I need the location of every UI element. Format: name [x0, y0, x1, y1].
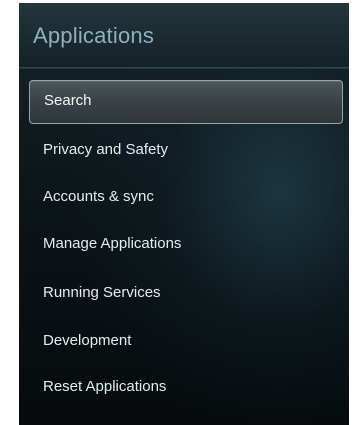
menu-item-label: Running Services: [43, 284, 161, 301]
menu-item-manage-applications[interactable]: Manage Applications: [29, 223, 343, 267]
menu-item-label: Privacy and Safety: [43, 141, 169, 158]
menu-item-accounts-sync[interactable]: Accounts & sync: [29, 176, 343, 220]
menu-item-label: Reset Applications: [43, 378, 167, 395]
menu-item-search[interactable]: Search: [29, 80, 343, 124]
menu-item-label: Accounts & sync: [43, 188, 154, 205]
settings-screen: Applications Search Privacy and Safety A…: [19, 3, 349, 425]
menu-item-label: Search: [44, 92, 92, 109]
menu-item-label: Development: [43, 332, 132, 349]
device-frame: Applications Search Privacy and Safety A…: [0, 0, 362, 425]
menu-item-development[interactable]: Development: [29, 320, 343, 364]
page-title: Applications: [33, 23, 155, 48]
menu-item-privacy-and-safety[interactable]: Privacy and Safety: [29, 129, 343, 173]
menu-item-label: Manage Applications: [43, 235, 182, 252]
menu-item-reset-applications[interactable]: Reset Applications: [29, 366, 343, 410]
menu-item-running-services[interactable]: Running Services: [29, 272, 343, 316]
app-header: Applications: [19, 3, 349, 68]
